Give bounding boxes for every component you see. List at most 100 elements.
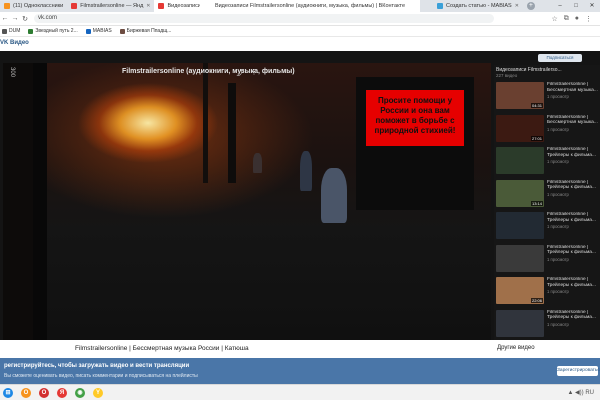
playlist-item[interactable]: 27:01 Filmstrailersonline | Бессмертная м… (494, 114, 600, 147)
tree-silhouette (203, 63, 208, 183)
video-thumbnail[interactable]: 04:31 (496, 82, 544, 109)
playlist-item-text: Filmstrailersonline | Бессмертная музыка… (547, 82, 598, 113)
playlist-item[interactable]: Filmstrailersonline | Трейлеры к фильма.… (494, 146, 600, 179)
duration-badge: 22:06 (530, 298, 543, 303)
playlist-item[interactable]: Filmstrailersonline | Трейлеры к фильма.… (494, 211, 600, 244)
odnoklassniki-icon (4, 3, 10, 9)
reload-icon[interactable]: ↻ (20, 15, 30, 23)
playlist-item-title[interactable]: Filmstrailersonline | Трейлеры к фильма.… (547, 212, 598, 223)
bookmark-icon (2, 28, 7, 34)
back-icon[interactable]: ← (0, 15, 10, 22)
playlist-item-views: 1 просмотр (547, 256, 569, 262)
playlist-item-title[interactable]: Filmstrailersonline | Бессмертная музыка… (547, 115, 598, 126)
bookmark-mabias[interactable]: MABIAS (85, 28, 112, 34)
channel-title[interactable]: Filmstrailersonline (аудиокниги, музыка,… (122, 68, 295, 75)
side-counter: 300 (9, 67, 15, 78)
bookmark-exchange[interactable]: Биржевая Ппадщ... (119, 28, 171, 34)
banner-text: Просите помощи у России и она вам поможе… (366, 90, 464, 146)
bookmark-star-trek[interactable]: Звездный путь 2... (28, 28, 78, 34)
playlist-item-title[interactable]: Filmstrailersonline | Бессмертная музыка… (547, 82, 598, 93)
opera-icon[interactable]: O (39, 387, 49, 398)
tab-odnoklassniki[interactable]: (11) Одноклассники (0, 0, 67, 12)
banner-title: регистрируйтесь, чтобы загружать видео и… (4, 363, 190, 369)
system-tray[interactable]: ▲ ◀)) RU (567, 389, 594, 396)
bookmark-label: DUM (9, 28, 21, 34)
playlist-item-title[interactable]: Filmstrailersonline | Трейлеры к фильма.… (547, 310, 598, 321)
tab-label: (11) Одноклассники (13, 3, 64, 9)
yandex-browser-icon[interactable]: Y (93, 387, 103, 398)
video-player[interactable]: 300 ⤴ ⋮ Просите помощи у России и она ва… (3, 63, 491, 340)
playlist-item-views: 1 просмотр (547, 289, 569, 294)
subscribe-button[interactable]: Подписаться (538, 54, 582, 62)
playlist-item-text: Filmstrailersonline | Трейлеры к фильма.… (547, 245, 598, 276)
bookmark-icon (28, 28, 34, 34)
playlist-sidebar: Видеозаписи Filmstrailersо... 227 видео … (494, 65, 600, 340)
extensions-icon[interactable]: ⧉ (564, 15, 569, 23)
playlist-item-text: Filmstrailersonline | Трейлеры к фильма.… (547, 212, 598, 243)
ok-icon[interactable]: О (21, 387, 31, 398)
close-icon[interactable]: ✕ (146, 3, 150, 9)
playlist-heading[interactable]: Видеозаписи Filmstrailersо... (494, 65, 600, 73)
playlist-item-text: Filmstrailersonline | Трейлеры к фильма.… (547, 310, 598, 341)
video-thumbnail[interactable]: 22:06 (496, 277, 544, 304)
maximize-button[interactable]: □ (568, 0, 584, 12)
tree-silhouette (228, 83, 236, 183)
bookmark-dum[interactable]: DUM (2, 28, 20, 34)
close-window-button[interactable]: ✕ (584, 0, 600, 12)
register-button[interactable]: Зарегистрироваться (557, 366, 600, 376)
playlist-item-title[interactable]: Filmstrailersonline | Трейлеры к фильма.… (547, 245, 598, 256)
playlist-item-text: Filmstrailersonline | Бессмертная музыка… (547, 115, 598, 146)
playlist-item-views: 1 просмотр (547, 224, 569, 229)
tab-mabias[interactable]: Создать статью - MABIAS ✕ (433, 0, 523, 12)
playlist-count: 227 видео (496, 73, 518, 78)
yandex-icon[interactable]: Я (57, 387, 67, 398)
duration-badge: 13:14 (530, 200, 543, 206)
video-thumbnail[interactable]: 13:14 (496, 179, 544, 207)
video-thumbnail[interactable]: 27:01 (496, 114, 544, 142)
star-icon[interactable]: ☆ (551, 15, 557, 23)
person-silhouette (321, 168, 347, 223)
forward-icon[interactable]: → (10, 15, 20, 22)
windows-icon[interactable]: ⊞ (3, 387, 13, 398)
video-thumbnail[interactable] (496, 309, 544, 337)
playlist-item[interactable]: 04:31 Filmstrailersonline | Бессмертная м… (494, 81, 600, 114)
vk-video-logo[interactable]: VK Видео (0, 40, 29, 46)
playlist-item[interactable]: Filmstrailersonline | Трейлеры к фильма.… (494, 309, 600, 341)
playlist-item-title[interactable]: Filmstrailersonline | Трейлеры к фильма.… (547, 147, 598, 158)
duration-badge: 27:01 (530, 135, 543, 141)
registration-banner: регистрируйтесь, чтобы загружать видео и… (0, 358, 600, 384)
close-icon[interactable]: ✕ (515, 3, 519, 9)
playlist-item-title[interactable]: Filmstrailersonline | Трейлеры к фильма.… (547, 277, 598, 288)
profile-icon[interactable]: ● (575, 15, 579, 23)
video-thumbnail[interactable] (496, 147, 544, 174)
playlist-item-views: 1 просмотр (547, 191, 569, 197)
banner-description: Вы сможете оценивать видео, писать комме… (4, 373, 198, 379)
person-silhouette (300, 151, 312, 191)
playlist-item[interactable]: 13:14 Filmstrailersonline | Трейлеры к фи… (494, 179, 600, 212)
menu-icon[interactable]: ⋮ (585, 15, 592, 23)
minimize-button[interactable]: – (552, 0, 568, 12)
yandex-icon (71, 3, 78, 9)
address-bar: ← → ↻ vk.com ☆ ⧉ ● ⋮ (0, 12, 600, 26)
mabias-icon (436, 3, 443, 9)
other-videos-label[interactable]: Другие видео (497, 345, 535, 351)
url-field[interactable]: vk.com (34, 14, 494, 23)
playlist-item[interactable]: Filmstrailersonline | Трейлеры к фильма.… (494, 244, 600, 277)
tree-silhouette (33, 63, 47, 340)
bookmark-label: MABIAS (92, 28, 112, 34)
playlist-item[interactable]: 22:06 Filmstrailersonline | Трейлеры к фи… (494, 276, 600, 309)
vk-video-icon (158, 3, 165, 9)
tab-yandex-search[interactable]: Filmstrailersonline — Янд ✕ (67, 0, 154, 12)
video-title: Filmstrailersonline | Бессмертная музыка… (75, 345, 249, 352)
banner-overlay: Просите помощи у России и она вам поможе… (356, 77, 474, 210)
window-controls: – □ ✕ (552, 0, 600, 12)
tree-silhouette (3, 63, 33, 340)
video-thumbnail[interactable] (496, 244, 544, 272)
video-thumbnail[interactable] (496, 212, 544, 239)
tab-label: Создать статью - MABIAS (445, 3, 512, 9)
bookmark-label: Звездный путь 2... (35, 28, 78, 34)
playlist-item-title[interactable]: Filmstrailersonline | Трейлеры к фильма.… (547, 180, 598, 191)
chrome-icon[interactable]: ◉ (75, 387, 85, 398)
new-tab-button[interactable]: + (526, 2, 535, 10)
bookmark-icon (119, 28, 125, 34)
